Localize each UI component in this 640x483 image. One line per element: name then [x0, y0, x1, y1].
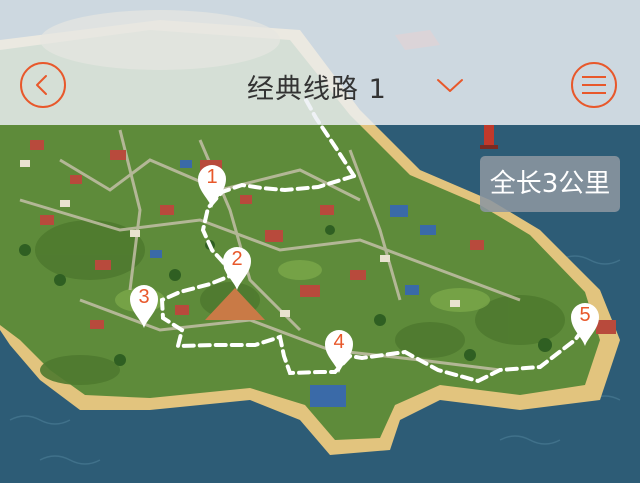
route-stop-pin-4[interactable]: 4 [323, 328, 355, 374]
header-bar [0, 0, 640, 125]
chevron-down-icon [437, 79, 463, 92]
route-stop-pin-2[interactable]: 2 [221, 245, 253, 291]
route-stop-pin-1[interactable]: 1 [196, 163, 228, 209]
route-stop-number: 5 [579, 304, 591, 326]
route-title: 经典线路 1 [247, 74, 387, 105]
chevron-left-icon [36, 75, 47, 95]
route-stop-number: 2 [231, 248, 243, 270]
route-stop-number: 3 [138, 286, 150, 308]
route-stop-number: 1 [206, 166, 218, 188]
route-dropdown-toggle[interactable] [434, 74, 466, 96]
route-stop-number: 4 [333, 331, 345, 353]
menu-button[interactable] [571, 62, 617, 108]
route-length-badge: 全长3公里 [480, 156, 620, 212]
route-stop-pin-3[interactable]: 3 [128, 283, 160, 329]
route-stop-pin-5[interactable]: 5 [569, 301, 601, 347]
hamburger-menu-icon [582, 76, 606, 94]
back-button[interactable] [20, 62, 66, 108]
